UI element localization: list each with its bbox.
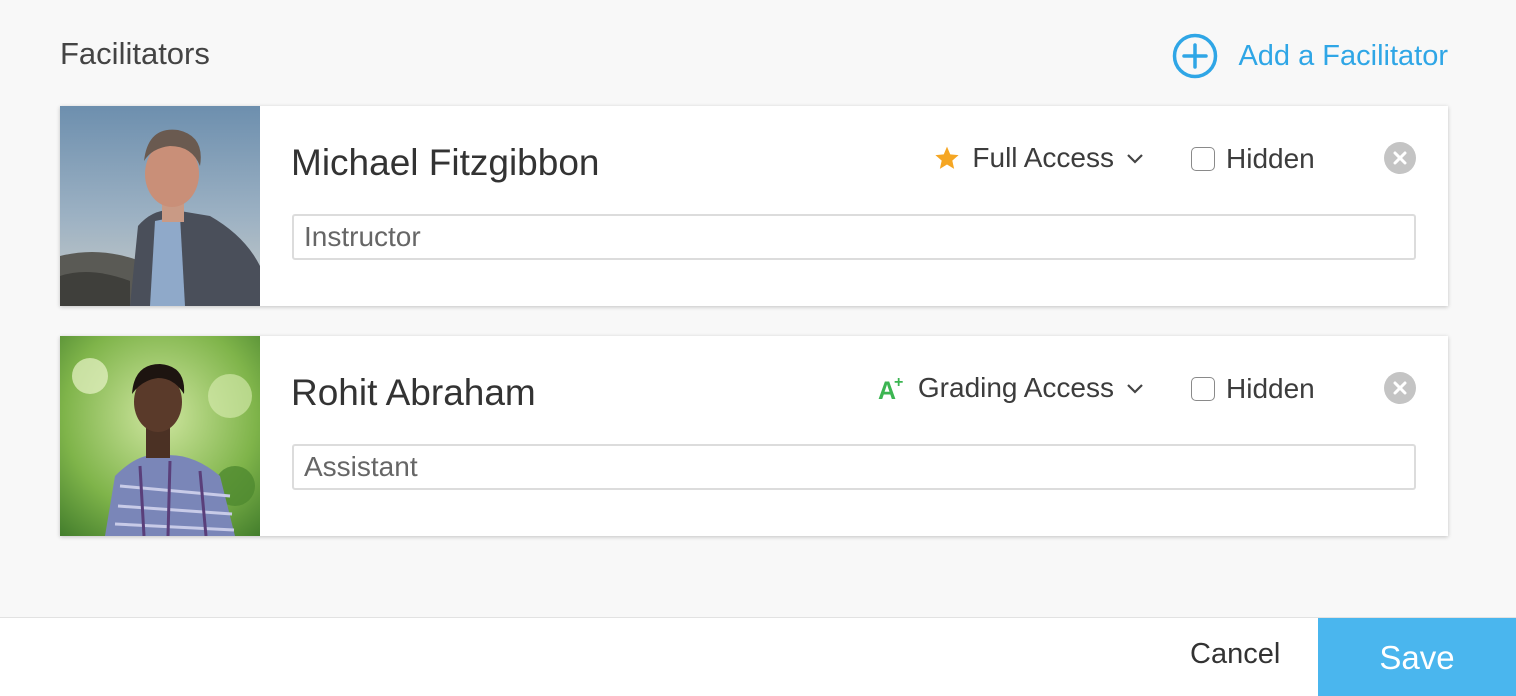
hidden-checkbox[interactable]: Hidden [1191, 142, 1315, 176]
role-input[interactable] [292, 444, 1416, 490]
add-facilitator-button[interactable]: Add a Facilitator [1172, 33, 1448, 79]
avatar [60, 106, 260, 306]
checkbox-box[interactable] [1191, 377, 1215, 401]
avatar [60, 336, 260, 536]
remove-facilitator-button[interactable] [1384, 142, 1416, 174]
access-level-label: Grading Access [917, 372, 1114, 403]
chevron-down-icon [1127, 384, 1143, 394]
facilitator-name: Rohit Abraham [291, 372, 536, 413]
facilitators-header: Facilitators Add a Facilitator [60, 30, 1448, 82]
plus-circle-icon [1173, 33, 1218, 79]
hidden-checkbox[interactable]: Hidden [1191, 372, 1315, 406]
facilitator-name: Michael Fitzgibbon [291, 142, 600, 183]
access-level-dropdown[interactable]: A + Grading Access [878, 370, 1144, 406]
cancel-button[interactable]: Cancel [1190, 638, 1280, 671]
chevron-down-icon [1127, 154, 1143, 164]
close-circle-icon [1384, 142, 1416, 174]
svg-text:+: + [894, 374, 903, 391]
hidden-label: Hidden [1226, 373, 1315, 404]
section-title: Facilitators [60, 36, 210, 71]
access-level-label: Full Access [972, 142, 1114, 173]
role-input[interactable] [292, 214, 1416, 260]
a-plus-icon: A + [878, 374, 906, 402]
add-facilitator-label: Add a Facilitator [1238, 39, 1448, 72]
remove-facilitator-button[interactable] [1384, 372, 1416, 404]
footer-bar: Cancel Save [0, 617, 1516, 696]
hidden-label: Hidden [1226, 143, 1315, 174]
close-circle-icon [1384, 372, 1416, 404]
star-icon [934, 145, 960, 171]
facilitator-card: Rohit Abraham A + Grading Access Hidden [60, 336, 1448, 536]
checkbox-box[interactable] [1191, 147, 1215, 171]
save-button[interactable]: Save [1318, 618, 1516, 696]
access-level-dropdown[interactable]: Full Access [934, 140, 1144, 176]
facilitator-card: Michael Fitzgibbon Full Access Hidden [60, 106, 1448, 306]
